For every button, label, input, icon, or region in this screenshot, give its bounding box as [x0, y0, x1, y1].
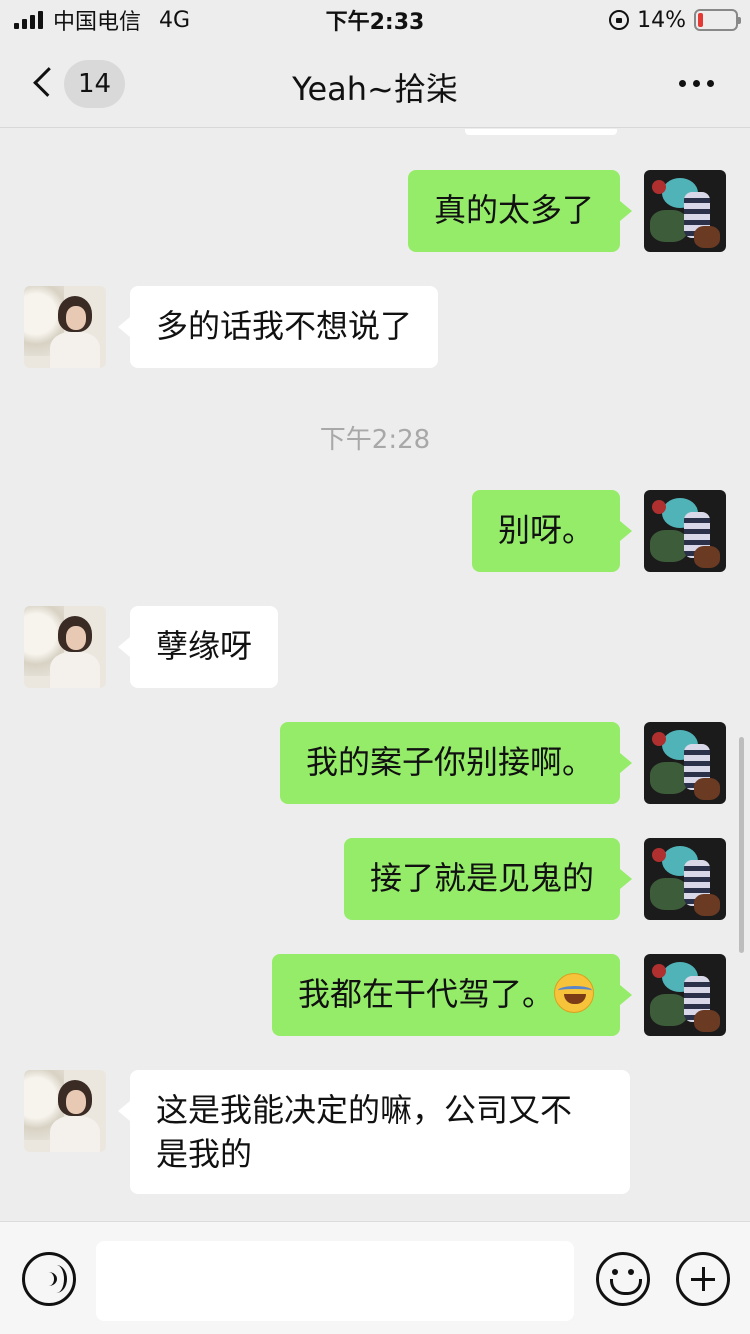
truncated-message-card[interactable] — [465, 129, 617, 135]
bubble-tail — [118, 317, 130, 337]
message-bubble-self[interactable]: 真的太多了 — [407, 170, 620, 252]
chat-header: 14 Yeah~拾柒 — [0, 40, 750, 128]
chevron-left-icon — [33, 67, 63, 97]
signal-icon — [14, 11, 43, 29]
bubble-tail — [620, 521, 632, 541]
more-actions-button[interactable] — [676, 1252, 730, 1306]
avatar-contact[interactable] — [24, 1070, 106, 1152]
orientation-lock-icon — [609, 10, 630, 30]
message-text: 我都在干代驾了。 — [297, 975, 554, 1013]
status-right: 14% — [609, 7, 741, 33]
status-left: 中国电信 4G — [14, 4, 190, 36]
avatar-self[interactable] — [644, 954, 726, 1036]
message-input[interactable] — [96, 1241, 574, 1321]
message-bubble-self[interactable]: 我都在干代驾了。 — [271, 954, 620, 1036]
chat-input-bar — [0, 1221, 750, 1334]
battery-percent: 14% — [637, 7, 686, 33]
scrollbar[interactable] — [739, 737, 744, 953]
avatar-self[interactable] — [644, 722, 726, 804]
bubble-tail — [620, 869, 632, 889]
loudly-crying-face-icon — [554, 973, 594, 1013]
bubble-tail — [620, 985, 632, 1005]
bubble-tail — [118, 1101, 130, 1121]
emoji-button[interactable] — [596, 1252, 650, 1306]
voice-input-button[interactable] — [22, 1252, 76, 1306]
message-bubble-self[interactable]: 别呀。 — [471, 490, 620, 572]
dot-icon — [693, 80, 700, 87]
back-button[interactable] — [28, 62, 63, 102]
dot-icon — [679, 80, 686, 87]
status-bar: 中国电信 4G 下午2:33 14% — [0, 0, 750, 40]
unread-count-badge[interactable]: 14 — [64, 60, 126, 108]
message-bubble-other[interactable]: 这是我能决定的嘛，公司又不 是我的 — [130, 1070, 630, 1194]
more-options-button[interactable] — [679, 80, 714, 87]
bubble-tail — [620, 753, 632, 773]
avatar-self[interactable] — [644, 838, 726, 920]
message-bubble-self[interactable]: 接了就是见鬼的 — [343, 838, 620, 920]
avatar-contact[interactable] — [24, 286, 106, 368]
network-label: 4G — [159, 7, 191, 33]
avatar-self[interactable] — [644, 170, 726, 252]
bubble-tail — [620, 201, 632, 221]
avatar-self[interactable] — [644, 490, 726, 572]
dot-icon — [707, 80, 714, 87]
carrier-label: 中国电信 — [53, 10, 142, 35]
chat-message-list[interactable]: 真的太多了 多的话我不想说了 下午2:28 别呀。 孽缘呀 我的案子你别接啊。 … — [0, 129, 750, 1220]
message-timestamp: 下午2:28 — [319, 425, 431, 455]
message-bubble-other[interactable]: 孽缘呀 — [130, 606, 279, 688]
battery-fill — [698, 13, 704, 27]
bubble-tail — [118, 637, 130, 657]
message-bubble-other[interactable]: 多的话我不想说了 — [130, 286, 439, 368]
battery-icon — [694, 9, 741, 31]
avatar-contact[interactable] — [24, 606, 106, 688]
message-bubble-self[interactable]: 我的案子你别接啊。 — [279, 722, 620, 804]
